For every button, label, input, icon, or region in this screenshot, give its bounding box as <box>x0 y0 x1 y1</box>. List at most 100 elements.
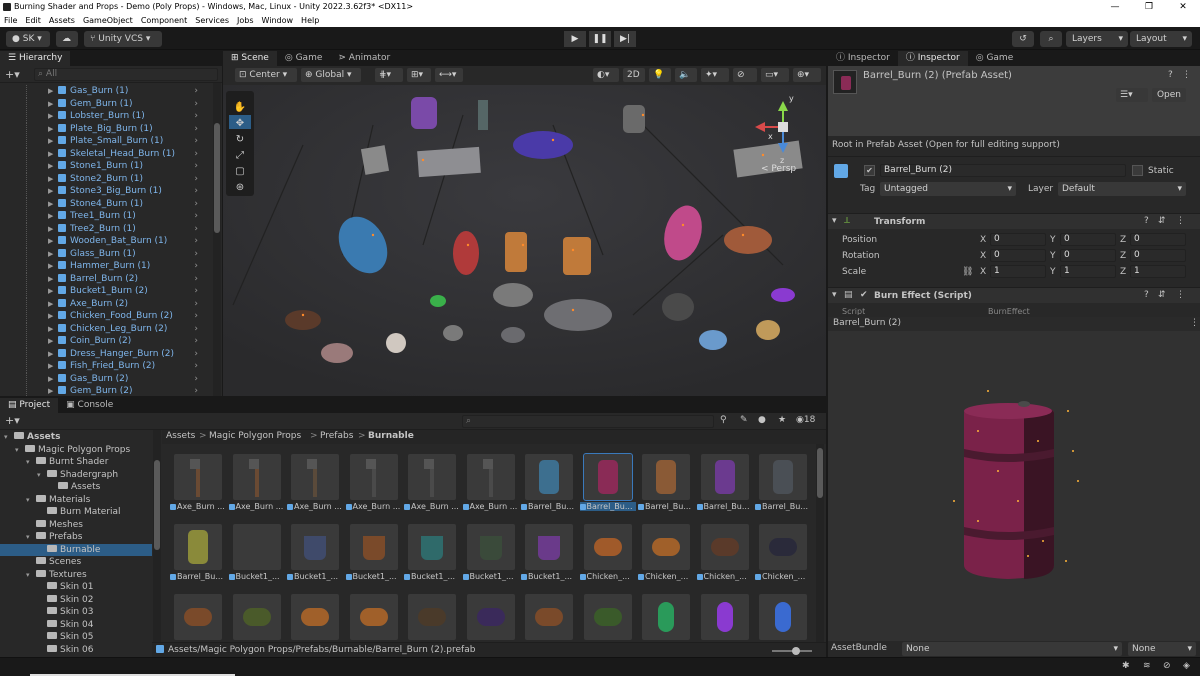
asset-thumbnail[interactable] <box>232 454 281 500</box>
tab-game-2[interactable]: ◎ Game <box>968 51 1022 66</box>
layer-dropdown[interactable]: Default ▾ <box>1058 182 1186 196</box>
global-dropdown[interactable]: ⊕ Global ▾ <box>301 68 361 82</box>
chevron-right-icon[interactable]: › <box>194 123 198 136</box>
settings-icon[interactable]: ⋮ <box>1182 70 1191 80</box>
hierarchy-search-input[interactable]: ⌕ All <box>34 68 218 81</box>
tag-dropdown[interactable]: Untagged ▾ <box>880 182 1016 196</box>
folder-expand-icon[interactable]: ▾ <box>26 456 34 469</box>
perspective-label[interactable]: < Persp <box>761 164 796 174</box>
menu-services[interactable]: Services <box>195 14 229 27</box>
asset-thumbnail[interactable] <box>466 594 515 640</box>
asset-thumbnail[interactable] <box>759 524 807 570</box>
bug-icon[interactable]: ✱ <box>1122 661 1130 671</box>
folder-item[interactable]: Skin 05 <box>0 631 152 644</box>
grid-snap-button[interactable]: ⋕▾ <box>375 68 403 82</box>
tab-inspector-1[interactable]: ⓘ Inspector <box>828 51 898 66</box>
asset-options-dropdown[interactable]: ☰▾ <box>1116 88 1148 102</box>
hierarchy-item[interactable]: ▶ Bucket1_Burn (2) › <box>0 285 212 298</box>
menu-file[interactable]: File <box>4 14 17 27</box>
camera-settings-button[interactable]: ▭▾ <box>761 68 789 82</box>
folder-item[interactable]: ▾ Prefabs <box>0 531 152 544</box>
notification-icon[interactable]: ◈ <box>1183 661 1190 671</box>
transform-tool-icon[interactable]: ⊛ <box>236 182 244 193</box>
burn-help-icon[interactable]: ? <box>1144 290 1149 300</box>
menu-gameobject[interactable]: GameObject <box>83 14 133 27</box>
expand-arrow-icon[interactable]: ▶ <box>48 160 56 173</box>
expand-arrow-icon[interactable]: ▶ <box>48 360 56 373</box>
hierarchy-item[interactable]: ▶ Chicken_Leg_Burn (2) › <box>0 322 212 336</box>
scale-y-field[interactable]: 1 <box>1060 265 1116 278</box>
warning-icon[interactable]: ● <box>758 415 766 425</box>
folder-item[interactable]: Burn Material <box>0 506 152 519</box>
expand-arrow-icon[interactable]: ▶ <box>48 210 56 223</box>
asset-thumbnail[interactable] <box>583 594 632 640</box>
snap-button[interactable]: ⊞▾ <box>407 68 431 82</box>
asset-thumbnail[interactable] <box>642 524 690 570</box>
asset-thumbnail[interactable] <box>759 594 807 640</box>
hierarchy-item[interactable]: ▶ Stone2_Burn (1) › <box>0 172 212 186</box>
chevron-right-icon[interactable]: › <box>194 223 198 236</box>
pause-button[interactable]: ❚❚ <box>589 31 611 47</box>
tab-animator[interactable]: ⋗ Animator <box>330 51 398 66</box>
folder-item[interactable]: Burnable <box>0 543 152 556</box>
active-checkbox[interactable]: ✔ <box>864 165 875 176</box>
hierarchy-item[interactable]: ▶ Gem_Burn (2) › <box>0 385 212 396</box>
static-checkbox[interactable] <box>1132 165 1143 176</box>
burn-menu-icon[interactable]: ⋮ <box>1176 290 1185 300</box>
position-y-field[interactable]: 0 <box>1060 233 1116 246</box>
transform-preset-icon[interactable]: ⇵ <box>1158 216 1166 226</box>
chevron-right-icon[interactable]: › <box>194 348 198 361</box>
hierarchy-item[interactable]: ▶ Gas_Burn (2) › <box>0 372 212 386</box>
scale-x-field[interactable]: 1 <box>990 265 1046 278</box>
maximize-button[interactable]: ❐ <box>1132 0 1166 14</box>
position-x-field[interactable]: 0 <box>990 233 1046 246</box>
expand-arrow-icon[interactable]: ▶ <box>48 110 56 123</box>
tab-console[interactable]: ▣ Console <box>58 398 121 413</box>
tab-inspector-2[interactable]: ⓘ Inspector <box>897 51 968 66</box>
chevron-right-icon[interactable]: › <box>194 385 198 396</box>
expand-arrow-icon[interactable]: ▶ <box>48 323 56 336</box>
hierarchy-item[interactable]: ▶ Plate_Small_Burn (1) › <box>0 135 212 148</box>
cloud-button[interactable]: ☁ <box>56 31 78 47</box>
expand-arrow-icon[interactable]: ▶ <box>48 98 56 111</box>
hierarchy-item[interactable]: ▶ Barrel_Burn (2) › <box>0 272 212 286</box>
chevron-right-icon[interactable]: › <box>194 185 198 198</box>
layers-dropdown[interactable]: Layers ▾ <box>1066 31 1128 47</box>
hierarchy-item[interactable]: ▶ Dress_Hanger_Burn (2) › <box>0 347 212 361</box>
hierarchy-item[interactable]: ▶ Tree1_Burn (1) › <box>0 210 212 223</box>
expand-arrow-icon[interactable]: ▶ <box>48 85 56 98</box>
chevron-right-icon[interactable]: › <box>194 285 198 298</box>
hierarchy-item[interactable]: ▶ Tree2_Burn (1) › <box>0 222 212 236</box>
chevron-right-icon[interactable]: › <box>194 273 198 286</box>
transform-help-icon[interactable]: ? <box>1144 216 1149 226</box>
hierarchy-item[interactable]: ▶ Plate_Big_Burn (1) › <box>0 122 212 136</box>
asset-thumbnail[interactable] <box>174 524 222 570</box>
menu-component[interactable]: Component <box>141 14 187 27</box>
step-button[interactable]: ▶| <box>614 31 636 47</box>
asset-grid-scrollbar[interactable] <box>816 444 824 642</box>
rotate-tool-icon[interactable]: ↻ <box>236 134 244 145</box>
rect-tool-icon[interactable]: ▢ <box>235 166 244 177</box>
folder-item[interactable]: Skin 06 <box>0 644 152 657</box>
icon-size-slider[interactable] <box>772 647 812 655</box>
asset-thumbnail[interactable] <box>232 594 281 640</box>
folder-item[interactable]: ▾ Textures <box>0 569 152 582</box>
filter-label-icon[interactable]: ✎ <box>740 415 748 425</box>
hand-tool-icon[interactable]: ✋ <box>234 100 246 113</box>
expand-arrow-icon[interactable]: ▶ <box>48 148 56 161</box>
chevron-right-icon[interactable]: › <box>194 260 198 273</box>
asset-thumbnail[interactable] <box>759 454 807 500</box>
menu-help[interactable]: Help <box>301 14 319 27</box>
asset-thumbnail[interactable] <box>700 454 749 500</box>
menu-window[interactable]: Window <box>262 14 294 27</box>
play-button[interactable]: ▶ <box>564 31 586 47</box>
shading-mode-button[interactable]: ◐▾ <box>593 68 619 82</box>
asset-thumbnail[interactable] <box>174 594 222 640</box>
folder-tree-scrollbar[interactable] <box>153 430 161 658</box>
asset-thumbnail[interactable] <box>291 454 339 500</box>
asset-thumbnail[interactable] <box>291 524 339 570</box>
asset-thumbnail[interactable] <box>408 524 456 570</box>
chevron-right-icon[interactable]: › <box>194 310 198 323</box>
asset-thumbnail[interactable] <box>525 524 573 570</box>
folder-item[interactable]: Meshes <box>0 519 152 532</box>
